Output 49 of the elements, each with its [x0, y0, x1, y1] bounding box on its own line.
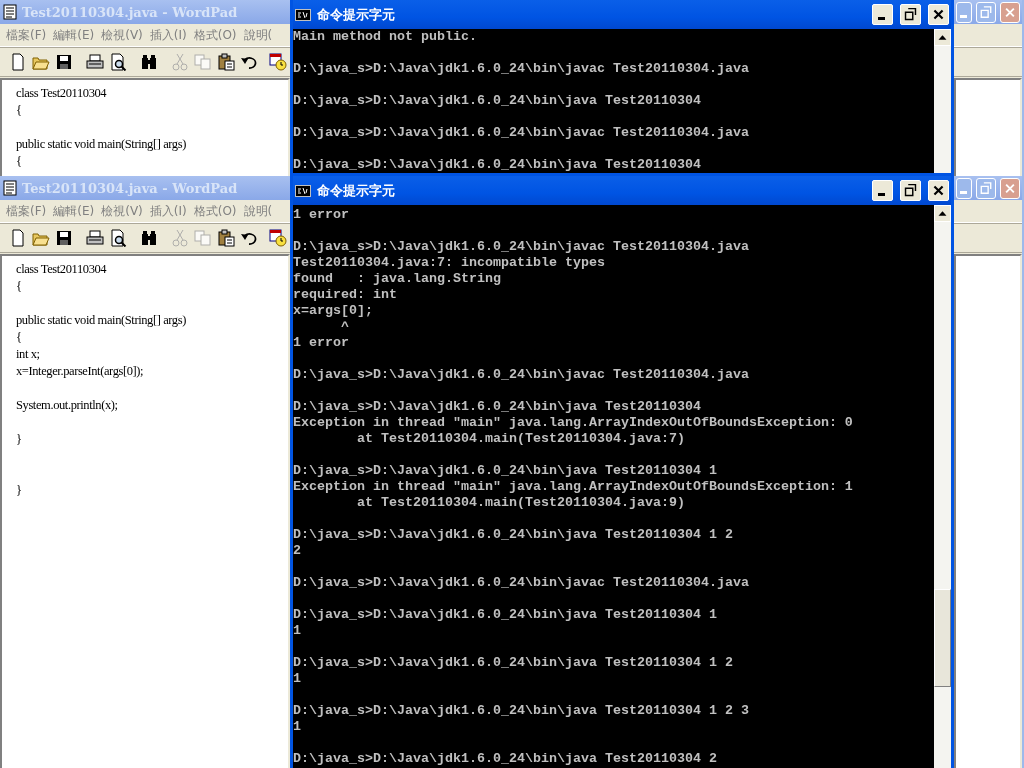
- menu-item[interactable]: 插入(I): [149, 202, 187, 220]
- menu-item[interactable]: 格式(O): [193, 26, 237, 44]
- menu-item[interactable]: 說明(: [243, 26, 273, 44]
- scrollbar[interactable]: [934, 29, 951, 173]
- scroll-up-button[interactable]: [934, 29, 951, 46]
- scrollbar[interactable]: [934, 205, 951, 768]
- menu-item[interactable]: 插入(I): [149, 26, 187, 44]
- document-text: class Test20110304 { public static void main(String[] args) { int x; x=Integer.parseInt(args[0]); System.out.println(x); } }: [16, 261, 186, 499]
- minimize-icon: [878, 193, 885, 196]
- document-area[interactable]: class Test20110304 { public static void main(String[] args) {: [0, 78, 290, 176]
- window-title: 命令提示字元: [317, 5, 395, 24]
- window-title: Test20110304.java - WordPad: [22, 4, 238, 20]
- minimize-button[interactable]: [872, 4, 893, 25]
- scroll-up-button[interactable]: [934, 205, 951, 222]
- restore-button[interactable]: [900, 4, 921, 25]
- menu-item[interactable]: 編輯(E): [53, 202, 95, 220]
- console-output: 1 error D:\java_s>D:\Java\jdk1.6.0_24\bin\javac Test20110304.java Test20110304.java:7: incompatible types found : java.lang.String required: int x=args[0]; ^ 1 error D:\java_s>D:\Java\jdk1.6.0_24\bin\javac Test20110304.java D:\java_s>D:\Java\jdk1.6.0_24\bin\java Test20110304 Exception in thread "main" java.lang.ArrayIndexOutOfBoundsException: 0 at Test20110304.main(Test20110304.java:7) D:\java_s>D:\Java\jdk1.6.0_24\bin\java Test20110304 1 Exception in thread "main" java.lang.ArrayIndexOutOfBoundsException: 1 at Test20110304.main(Test20110304.java:9) D:\java_s>D:\Java\jdk1.6.0_24\bin\java Test20110304 1 2 2 D:\java_s>D:\Java\jdk1.6.0_24\bin\javac Test20110304.java D:\java_s>D:\Java\jdk1.6.0_24\bin\java Test20110304 1 1 D:\java_s>D:\Java\jdk1.6.0_24\bin\java Test20110304 1 2 1 D:\java_s>D:\Java\jdk1.6.0_24\bin\java Test20110304 1 2 3 1 D:\java_s>D:\Java\jdk1.6.0_24\bin\java Test20110304 2: [293, 207, 853, 767]
- console-icon: [295, 184, 311, 197]
- scrollbar-thumb[interactable]: [934, 589, 951, 687]
- menu-item[interactable]: 說明(: [243, 202, 273, 220]
- minimize-icon: [878, 17, 885, 20]
- close-button[interactable]: [928, 180, 949, 201]
- minimize-button[interactable]: [872, 180, 893, 201]
- menu-item[interactable]: 檔案(F): [6, 202, 47, 220]
- menu-item[interactable]: 檢視(V): [101, 26, 143, 44]
- window-title: Test20110304.java - WordPad: [22, 180, 238, 196]
- clipboard-tool-button[interactable]: [216, 51, 235, 73]
- document-area[interactable]: [954, 254, 1022, 768]
- menu-item[interactable]: 檢視(V): [101, 202, 143, 220]
- calendar-clock-tool-button[interactable]: [268, 51, 287, 73]
- document-area[interactable]: [954, 78, 1022, 176]
- menu-item[interactable]: 檔案(F): [6, 26, 47, 44]
- calendar-clock-tool-button[interactable]: [268, 227, 287, 249]
- console-output: Main method not public. D:\java_s>D:\Java\jdk1.6.0_24\bin\javac Test20110304.java D:\java_s>D:\Java\jdk1.6.0_24\bin\java Test20110304 D:\java_s>D:\Java\jdk1.6.0_24\bin\javac Test20110304.java D:\java_s>D:\Java\jdk1.6.0_24\bin\java Test20110304: [293, 29, 749, 173]
- restore-button[interactable]: [900, 180, 921, 201]
- close-button[interactable]: [928, 4, 949, 25]
- menu-item[interactable]: 格式(O): [193, 202, 237, 220]
- menu-item[interactable]: 編輯(E): [53, 26, 95, 44]
- minimize-icon: [959, 14, 967, 18]
- clipboard-tool-button[interactable]: [216, 227, 235, 249]
- document-area[interactable]: class Test20110304 { public static void main(String[] args) { int x; x=Integer.parseInt(args[0]); System.out.println(x); } }: [0, 254, 290, 768]
- document-text: class Test20110304 { public static void main(String[] args) {: [16, 85, 186, 170]
- notepad-icon: [2, 180, 18, 196]
- window-title: 命令提示字元: [317, 181, 395, 200]
- minimize-icon: [959, 190, 967, 194]
- console-icon: [295, 8, 311, 21]
- notepad-icon: [2, 4, 18, 20]
- page-magnifier-tool-button[interactable]: [108, 227, 127, 249]
- page-magnifier-tool-button[interactable]: [108, 51, 127, 73]
